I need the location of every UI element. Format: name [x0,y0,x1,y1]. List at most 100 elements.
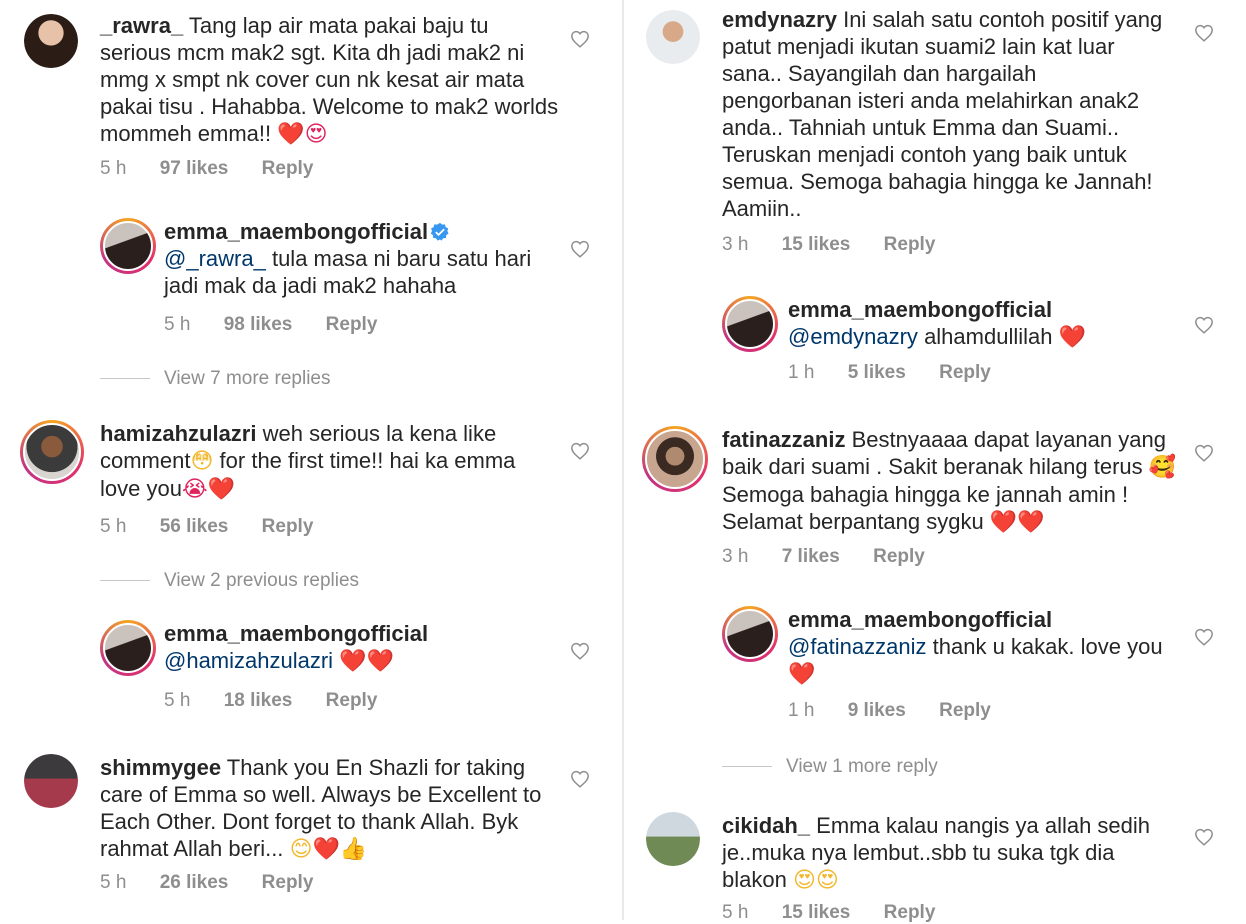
comment-likes[interactable]: 56 likes [160,516,229,537]
comment-text: thank u kakak. love you [932,634,1163,659]
view-more-replies-button[interactable]: View 1 more reply [722,756,938,778]
comment-emoji: ❤️ [788,662,816,687]
comment-mention[interactable]: @fatinazzaniz [788,634,927,659]
comment-username[interactable]: emma_maembongofficial [164,219,428,244]
comment-emdynazry: emdynazry Ini salah satu contoh positif … [646,6,1236,266]
comment-time: 3 h [722,234,749,255]
comment-username[interactable]: fatinazzaniz [722,427,845,452]
comment-meta: 3 h 15 likes Reply [722,234,963,256]
comment-username[interactable]: _rawra_ [100,13,183,38]
comment-username[interactable]: emdynazry [722,7,837,32]
comment-meta: 3 h 7 likes Reply [722,546,953,568]
avatar[interactable] [24,754,78,808]
avatar[interactable] [100,218,156,274]
view-more-replies-button[interactable]: View 7 more replies [100,368,331,390]
comment-text: Semoga bahagia hingga ke jannah amin ! S… [722,482,1129,534]
comment-rawra: _rawra_ Tang lap air mata pakai baju tu … [24,12,604,182]
comment-likes[interactable]: 9 likes [848,700,906,721]
verified-badge-icon [430,222,450,242]
like-heart-icon[interactable] [1194,316,1214,334]
comment-mention[interactable]: @_rawra_ [164,246,266,271]
comment-likes[interactable]: 5 likes [848,362,906,383]
view-previous-replies-button[interactable]: View 2 previous replies [100,570,359,592]
like-heart-icon[interactable] [570,642,590,660]
comment-meta: 5 h 98 likes Reply [164,314,405,336]
comment-text: Ini salah satu contoh positif yang patut… [722,7,1163,221]
avatar[interactable] [722,606,778,662]
like-heart-icon[interactable] [570,30,590,48]
comment-time: 5 h [100,516,127,537]
comment-likes[interactable]: 7 likes [782,546,840,567]
like-heart-icon[interactable] [1194,24,1214,42]
comment-hamizahzulazri: hamizahzulazri weh serious la kena like … [20,420,604,550]
comment-meta: 1 h 9 likes Reply [788,700,1019,722]
comment-meta: 5 h 97 likes Reply [100,158,341,180]
avatar[interactable] [20,420,84,484]
comment-shimmygee: shimmygee Thank you En Shazli for taking… [24,754,604,904]
comment-emoji: 😍😍 [792,868,839,893]
reply-button[interactable]: Reply [873,546,925,567]
avatar[interactable] [646,812,700,866]
comment-meta: 5 h 26 likes Reply [100,872,341,894]
reply-button[interactable]: Reply [262,158,314,179]
comment-likes[interactable]: 26 likes [160,872,229,893]
comment-likes[interactable]: 98 likes [224,314,293,335]
reply-button[interactable]: Reply [884,234,936,255]
reply-button[interactable]: Reply [262,872,314,893]
like-heart-icon[interactable] [1194,444,1214,462]
comment-username[interactable]: emma_maembongofficial [788,297,1052,322]
comment-emoji: ❤️❤️ [339,649,394,674]
divider-line [100,580,150,582]
comment-emoji: ❤️ [1058,325,1087,350]
comment-emoji: 😊❤️👍 [289,837,368,862]
left-comment-panel: _rawra_ Tang lap air mata pakai baju tu … [0,0,622,920]
comment-time: 1 h [788,362,815,383]
like-heart-icon[interactable] [570,770,590,788]
comment-username[interactable]: emma_maembongofficial [164,621,428,646]
reply-emma-fatinazzaniz: emma_maembongofficial @fatinazzaniz than… [722,606,1236,736]
comment-cikidah: cikidah_ Emma kalau nangis ya allah sedi… [646,812,1236,923]
comment-fatinazzaniz: fatinazzaniz Bestnyaaaa dapat layanan ya… [642,426,1236,576]
comment-time: 3 h [722,546,749,567]
comment-username[interactable]: hamizahzulazri [100,421,256,446]
reply-button[interactable]: Reply [326,690,378,711]
comment-likes[interactable]: 15 likes [782,234,851,255]
comment-time: 5 h [100,872,127,893]
reply-button[interactable]: Reply [939,700,991,721]
reply-button[interactable]: Reply [326,314,378,335]
comment-likes[interactable]: 18 likes [224,690,293,711]
reply-emma-rawra: emma_maembongofficial@_rawra_ tula masa … [100,218,604,348]
avatar[interactable] [100,620,156,676]
comment-text: alhamdullilah [924,324,1053,349]
right-comment-panel: emdynazry Ini salah satu contoh positif … [624,0,1246,923]
comment-likes[interactable]: 97 likes [160,158,229,179]
like-heart-icon[interactable] [570,240,590,258]
comment-time: 5 h [164,314,191,335]
avatar[interactable] [24,14,78,68]
comment-username[interactable]: cikidah_ [722,813,810,838]
comment-time: 1 h [788,700,815,721]
comment-meta: 5 h 56 likes Reply [100,516,341,538]
comment-time: 5 h [100,158,127,179]
comment-meta: 5 h 15 likes Reply [722,902,963,924]
comment-username[interactable]: emma_maembongofficial [788,607,1052,632]
comment-time: 5 h [164,690,191,711]
avatar[interactable] [646,10,700,64]
divider-line [100,378,150,380]
comment-mention[interactable]: @hamizahzulazri [164,648,333,673]
reply-button[interactable]: Reply [939,362,991,383]
like-heart-icon[interactable] [1194,628,1214,646]
comment-emoji: ❤️😍 [277,122,328,147]
comment-emoji: 😳 [190,449,214,474]
like-heart-icon[interactable] [1194,828,1214,846]
avatar[interactable] [642,426,708,492]
comment-emoji: 😭❤️ [181,477,236,502]
comment-emoji: 🥰 [1148,455,1177,480]
like-heart-icon[interactable] [570,442,590,460]
avatar[interactable] [722,296,778,352]
comment-username[interactable]: shimmygee [100,755,221,780]
reply-emma-hamizah: emma_maembongofficial @hamizahzulazri ❤️… [100,620,604,720]
comment-mention[interactable]: @emdynazry [788,324,918,349]
divider-line [722,766,772,768]
reply-button[interactable]: Reply [262,516,314,537]
